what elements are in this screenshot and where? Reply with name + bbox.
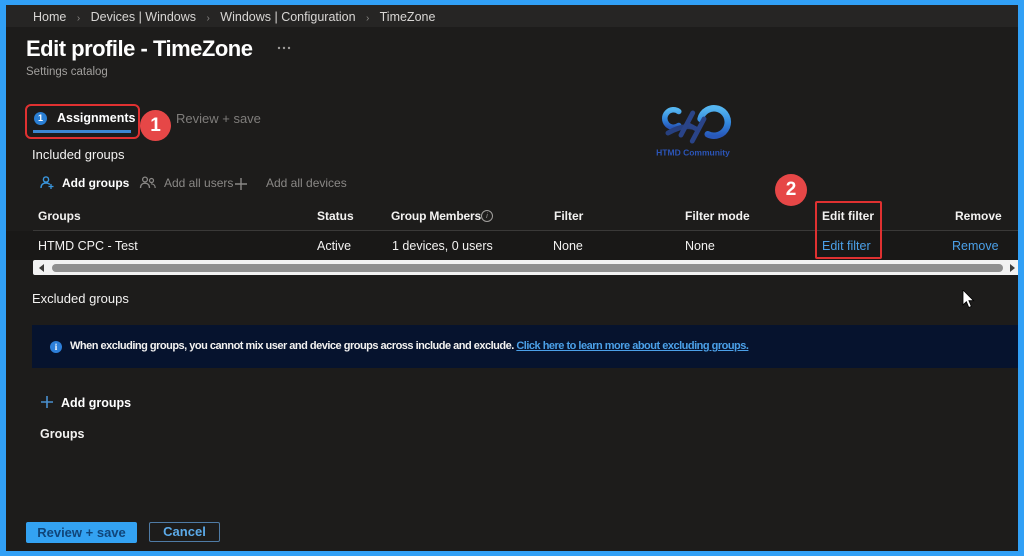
- svg-text:HTMD Community: HTMD Community: [656, 148, 730, 158]
